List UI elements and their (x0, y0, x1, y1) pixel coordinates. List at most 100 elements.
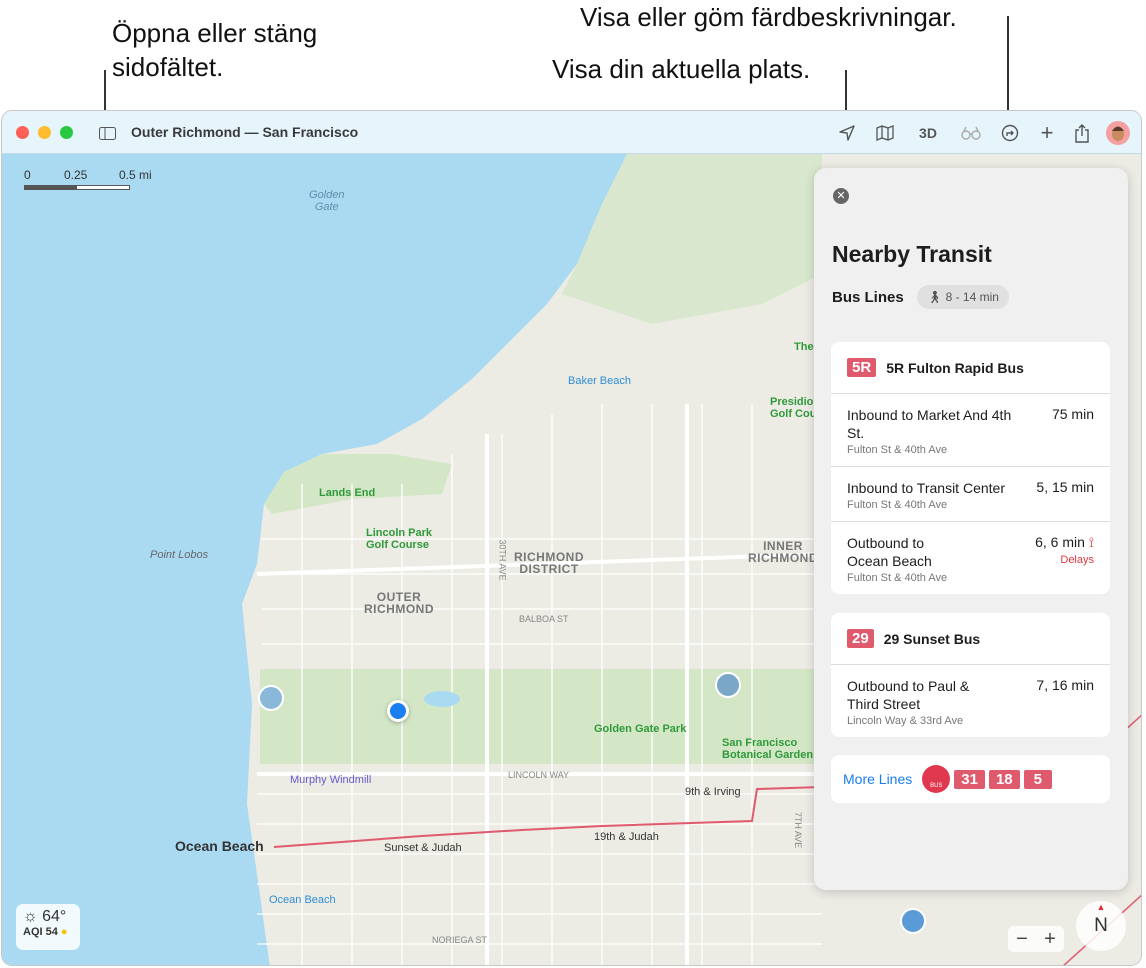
weather-widget[interactable]: ☼ 64° AQI 54 ● (16, 904, 80, 950)
realtime-icon: ⟟ (1088, 534, 1094, 550)
map-label[interactable]: Golden Gate (309, 189, 344, 213)
map-icon[interactable] (875, 122, 895, 144)
route-card[interactable]: 5R 5R Fulton Rapid Bus Inbound to Market … (831, 342, 1110, 594)
compass-label: N (1094, 915, 1108, 936)
map-label[interactable]: Ocean Beach (175, 839, 264, 853)
temperature: 64° (42, 908, 67, 925)
section-title: Bus Lines (832, 289, 904, 306)
trip-stop: Fulton St & 40th Ave (847, 572, 948, 584)
nearby-transit-panel: ✕ Nearby Transit Bus Lines 🚶︎ 8 - 14 min… (814, 168, 1128, 890)
north-arrow-icon: ▲ (1096, 902, 1106, 912)
3d-button[interactable]: 3D (915, 122, 941, 144)
map-label[interactable]: Lincoln Park Golf Course (366, 527, 432, 551)
maps-window: Outer Richmond — San Francisco 3D + 0 0.… (1, 110, 1142, 966)
trip-stop: Fulton St & 40th Ave (847, 499, 948, 511)
map-label[interactable]: Ocean Beach (269, 894, 336, 906)
avatar[interactable] (1106, 121, 1130, 145)
map-label[interactable]: 19th & Judah (594, 831, 659, 843)
callout-line (1007, 16, 1009, 114)
map-label[interactable]: 30TH AVE (497, 539, 509, 580)
trip-time: 6, 6 min (1035, 534, 1085, 550)
close-panel-button[interactable]: ✕ (833, 188, 849, 204)
windmill-landmark-icon[interactable] (258, 685, 284, 711)
trip-stop: Fulton St & 40th Ave (847, 444, 948, 456)
walk-time: 8 - 14 min (945, 290, 999, 304)
trip-destination: Outbound to Ocean Beach (847, 535, 932, 569)
route-name: 5R Fulton Rapid Bus (886, 359, 1024, 376)
zoom-window-button[interactable] (60, 126, 73, 139)
trip-destination: Outbound to Paul & Third Street (847, 678, 970, 712)
trip-row[interactable]: Inbound to Market And 4th St. Fulton St &… (831, 394, 1110, 467)
sidebar-icon[interactable] (98, 122, 116, 144)
line-badge[interactable]: 18 (988, 769, 1020, 789)
plus-icon[interactable]: + (1038, 120, 1056, 145)
delay-status: Delays (1060, 554, 1094, 566)
binoculars-icon[interactable] (960, 122, 982, 144)
trip-time: 5, 15 min (1036, 479, 1094, 495)
map-label[interactable]: NORIEGA ST (432, 934, 487, 946)
bus-icon: BUS (922, 765, 951, 793)
zoom-controls: − + (1008, 926, 1064, 952)
trip-row[interactable]: Outbound to Ocean Beach Fulton St & 40th … (831, 522, 1110, 594)
window-title: Outer Richmond — San Francisco (131, 124, 359, 140)
callout-directions: Visa eller göm färdbeskrivningar. (580, 2, 957, 32)
map-label[interactable]: Murphy Windmill (290, 774, 371, 786)
minimize-window-button[interactable] (38, 126, 51, 139)
landmark-icon[interactable] (715, 672, 741, 698)
walking-icon: 🚶︎ (927, 290, 943, 304)
panel-title: Nearby Transit (832, 241, 992, 267)
map-label[interactable]: INNER RICHMOND (748, 540, 818, 564)
bridge-landmark-icon[interactable] (900, 908, 926, 934)
route-badge: 29 (847, 629, 874, 648)
trip-time: 75 min (1051, 406, 1094, 422)
trip-stop: Lincoln Way & 33rd Ave (847, 715, 964, 727)
trip-time: 7, 16 min (1036, 677, 1094, 693)
map-label[interactable]: San Francisco Botanical Garden (722, 737, 813, 761)
scale-tick: 0.25 (64, 168, 88, 182)
map-label[interactable]: 9th & Irving (685, 786, 741, 798)
callout-line (845, 70, 847, 114)
aqi: AQI 54 (23, 926, 58, 938)
map-label[interactable]: RICHMOND DISTRICT (514, 551, 584, 575)
more-lines-link[interactable]: More Lines (843, 771, 912, 787)
directions-icon[interactable] (1000, 122, 1020, 144)
close-window-button[interactable] (16, 126, 29, 139)
line-badge[interactable]: 5 (1023, 769, 1052, 789)
map-label[interactable]: The (794, 341, 814, 353)
trip-row[interactable]: Inbound to Transit Center Fulton St & 40t… (831, 467, 1110, 522)
map-label[interactable]: Baker Beach (568, 375, 631, 387)
current-location-dot[interactable] (387, 700, 409, 722)
map-label[interactable]: Lands End (319, 487, 375, 499)
share-icon[interactable] (1073, 122, 1091, 144)
sun-icon: ☼ (23, 908, 38, 925)
map-label[interactable]: 7TH AVE (792, 812, 804, 848)
zoom-in-button[interactable]: + (1044, 928, 1056, 951)
callout-location: Visa din aktuella plats. (552, 54, 811, 84)
title-bar: Outer Richmond — San Francisco 3D + (2, 111, 1141, 154)
map-label[interactable]: Point Lobos (150, 549, 208, 561)
location-arrow-icon[interactable] (838, 122, 856, 144)
map-label[interactable]: Golden Gate Park (594, 723, 686, 735)
more-lines-row[interactable]: More Lines BUS 31 18 5 (831, 755, 1110, 803)
map-label[interactable]: Sunset & Judah (384, 842, 462, 854)
trip-row[interactable]: Outbound to Paul & Third Street Lincoln W… (831, 665, 1110, 737)
scale-tick: 0.5 mi (119, 168, 152, 182)
callout-sidebar: Öppna eller stäng sidofältet. (112, 18, 318, 82)
line-badge[interactable]: 31 (954, 769, 985, 789)
lake (424, 691, 460, 707)
route-badge: 5R (847, 358, 877, 377)
zoom-out-button[interactable]: − (1016, 928, 1028, 951)
route-card[interactable]: 29 29 Sunset Bus Outbound to Paul & Third… (831, 613, 1110, 737)
map-label[interactable]: Presidio Golf Cou (770, 396, 816, 420)
compass[interactable]: ▲ N (1076, 901, 1126, 951)
scale-tick: 0 (24, 168, 31, 182)
callout-line (104, 70, 106, 114)
map-label[interactable]: BALBOA ST (519, 613, 569, 625)
trip-destination: Inbound to Market And 4th St. (847, 407, 1012, 441)
aqi-dot-icon: ● (60, 926, 68, 938)
map-label[interactable]: LINCOLN WAY (508, 769, 569, 781)
map-label[interactable]: OUTER RICHMOND (364, 591, 434, 615)
route-name: 29 Sunset Bus (883, 630, 981, 647)
trip-destination: Inbound to Transit Center (847, 480, 1005, 496)
walk-time-badge: 🚶︎ 8 - 14 min (917, 285, 1009, 309)
